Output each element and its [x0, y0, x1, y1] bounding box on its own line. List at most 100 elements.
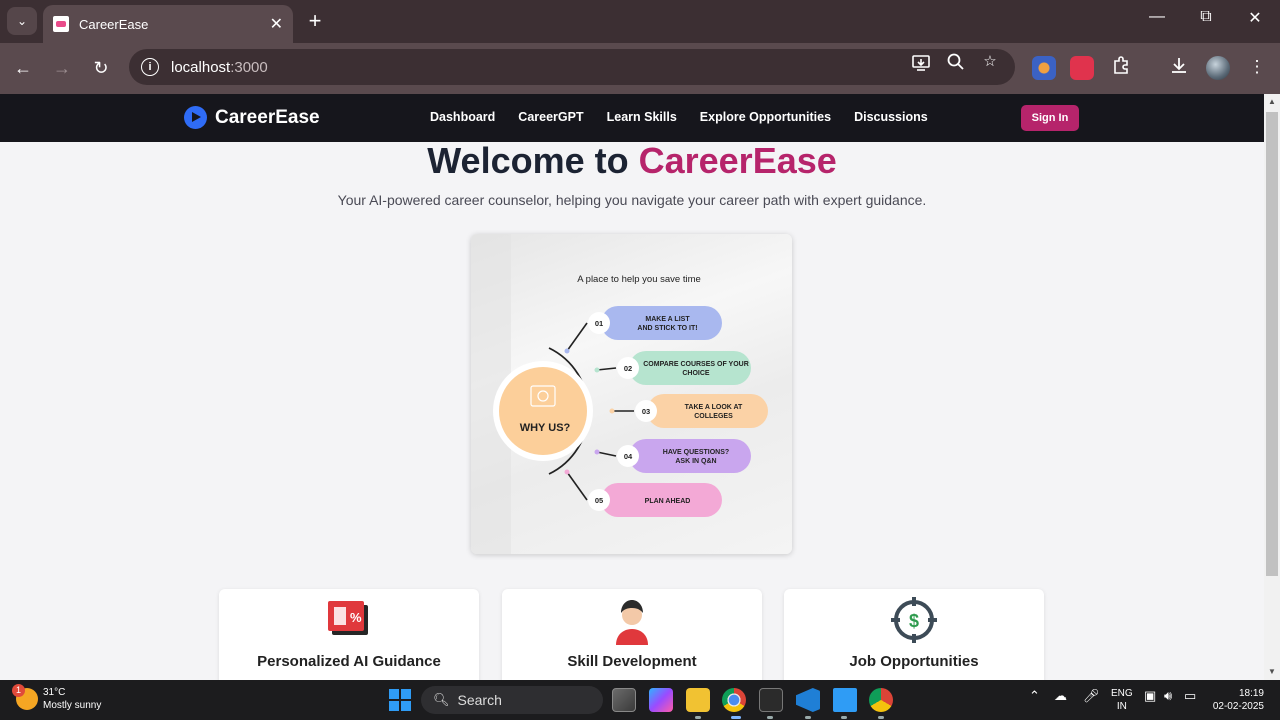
browser-tabstrip: ⌄ CareerEase ✕ + — ⧉ ✕ [0, 0, 1280, 43]
infographic-step-04: 04 HAVE QUESTIONS? ASK IN Q&N [594, 439, 751, 473]
step-number: 04 [624, 452, 633, 461]
extensions-puzzle-icon[interactable] [1109, 55, 1133, 79]
hero-title-prefix: Welcome to [427, 140, 639, 181]
explorer-running-indicator [695, 716, 701, 719]
why-us-infographic: A place to help you save time WHY US? 01… [471, 234, 792, 554]
brand[interactable]: CareerEase [184, 106, 320, 129]
vscode-icon[interactable] [796, 688, 820, 712]
language-indicator[interactable]: ENG IN [1111, 687, 1133, 713]
nav-link-discussions[interactable]: Discussions [854, 110, 928, 124]
infographic-heading: A place to help you save time [577, 274, 701, 285]
scrollbar-thumb[interactable] [1266, 112, 1278, 576]
why-us-circle [499, 367, 587, 455]
url-port: :3000 [230, 58, 268, 76]
nav-link-explore-opportunities[interactable]: Explore Opportunities [700, 110, 831, 124]
notepad-running-indicator [841, 716, 847, 719]
back-arrow-icon[interactable]: ← [10, 55, 36, 81]
taskbar-clock[interactable]: 18:19 02-02-2025 [1208, 687, 1264, 713]
weather-widget[interactable]: 1 31°C Mostly sunny [12, 684, 102, 712]
search-icon: 🔍︎ [433, 692, 450, 707]
site-navbar: CareerEase Dashboard CareerGPT Learn Ski… [0, 94, 1264, 142]
new-tab-plus-icon[interactable]: + [302, 8, 328, 34]
infographic-step-02: 02 COMPARE COURSES OF YOUR CHOICE [594, 351, 751, 385]
windows-taskbar: 1 31°C Mostly sunny 🔍︎ Search ⌃ ☁ 🎤︎ ENG … [0, 680, 1280, 720]
brand-logo-icon [184, 106, 207, 129]
taskbar-search[interactable]: 🔍︎ Search [421, 686, 603, 714]
nav-links: Dashboard CareerGPT Learn Skills Explore… [430, 110, 951, 124]
notepad-icon[interactable] [833, 688, 857, 712]
weather-desc: Mostly sunny [43, 700, 102, 711]
battery-icon[interactable]: ▭ [1184, 688, 1196, 704]
feature-card-skill-development[interactable]: Skill Development [502, 589, 762, 680]
minimize-window-icon[interactable]: — [1142, 8, 1172, 26]
gift-percent-icon: % [219, 597, 479, 643]
step-number: 05 [595, 496, 603, 505]
vscode-running-indicator [805, 716, 811, 719]
windows-start-icon[interactable] [389, 689, 411, 711]
volume-icon[interactable]: 🔊︎ [1164, 688, 1172, 704]
reload-icon[interactable]: ↻ [88, 55, 114, 81]
tab-title: CareerEase [79, 16, 149, 32]
feature-card-ai-guidance[interactable]: % Personalized AI Guidance [219, 589, 479, 680]
feature-card-job-opportunities[interactable]: $ Job Opportunities [784, 589, 1044, 680]
hero-subtitle: Your AI-powered career counselor, helpin… [337, 192, 927, 208]
install-app-icon[interactable] [911, 52, 931, 72]
step-label: MAKE A LIST [645, 316, 690, 323]
restore-window-icon[interactable]: ⧉ [1191, 8, 1221, 26]
tab-close-icon[interactable]: ✕ [270, 14, 283, 34]
weather-badge: 1 [12, 684, 25, 697]
feature-title: Job Opportunities [849, 653, 979, 670]
tab-search-chevron-icon[interactable]: ⌄ [7, 7, 37, 35]
dollar-target-icon: $ [784, 597, 1044, 643]
browser-tab[interactable]: CareerEase ✕ [43, 5, 293, 43]
step-label: COMPARE COURSES OF YOUR [643, 361, 749, 368]
browser-toolbar: ← → ↻ i localhost:3000 ☆ ⋮ [0, 43, 1280, 94]
step-label: PLAN AHEAD [645, 498, 691, 505]
file-explorer-icon[interactable] [686, 688, 710, 712]
address-url[interactable]: localhost:3000 [171, 59, 268, 76]
extension-one-icon[interactable] [1032, 56, 1056, 80]
step-number: 03 [642, 407, 650, 416]
step-label: HAVE QUESTIONS? [663, 449, 729, 456]
sign-in-button[interactable]: Sign In [1021, 105, 1079, 131]
close-window-icon[interactable]: ✕ [1240, 8, 1270, 28]
clock-date: 02-02-2025 [1212, 701, 1264, 712]
tray-overflow-chevron-icon[interactable]: ⌃ [1029, 688, 1040, 704]
chrome-icon[interactable] [722, 688, 746, 712]
scroll-down-arrow-icon[interactable]: ▼ [1264, 664, 1280, 680]
page-scrollbar[interactable]: ▲ ▼ [1264, 94, 1280, 680]
site-info-icon[interactable]: i [141, 58, 159, 76]
browser-menu-kebab-icon[interactable]: ⋮ [1245, 55, 1269, 79]
infographic-svg: A place to help you save time WHY US? 01… [471, 234, 768, 554]
svg-text:$: $ [909, 611, 919, 631]
extension-two-icon[interactable] [1070, 56, 1094, 80]
zoom-magnifier-icon[interactable] [946, 52, 966, 72]
step-label: COLLEGES [694, 413, 733, 420]
downloads-icon[interactable] [1167, 55, 1191, 79]
terminal-icon[interactable] [759, 688, 783, 712]
chrome-active-indicator [731, 716, 741, 719]
step-label: ASK IN Q&N [675, 458, 716, 465]
profile-avatar[interactable] [1206, 56, 1230, 80]
nav-link-careergpt[interactable]: CareerGPT [518, 110, 583, 124]
bookmark-star-icon[interactable]: ☆ [980, 52, 1000, 72]
tab-favicon-icon [53, 16, 69, 32]
infographic-steps: 01 MAKE A LIST AND STICK TO IT! 02 COMPARE C… [564, 306, 768, 517]
microphone-icon[interactable]: 🎤︎ [1083, 688, 1100, 704]
task-view-icon[interactable] [612, 688, 636, 712]
nav-link-learn-skills[interactable]: Learn Skills [607, 110, 677, 124]
address-bar[interactable]: i localhost:3000 [129, 49, 1015, 85]
step-number: 02 [624, 364, 632, 373]
language-line2: IN [1116, 701, 1127, 712]
terminal-running-indicator [767, 716, 773, 719]
page-viewport: CareerEase Dashboard CareerGPT Learn Ski… [0, 94, 1264, 680]
scroll-up-arrow-icon[interactable]: ▲ [1264, 94, 1280, 110]
hero-title-accent: CareerEase [638, 140, 837, 181]
network-icon[interactable]: ▣ [1144, 688, 1156, 704]
onedrive-cloud-icon[interactable]: ☁ [1054, 688, 1067, 704]
nav-link-dashboard[interactable]: Dashboard [430, 110, 495, 124]
copilot-icon[interactable] [649, 688, 673, 712]
chrome-profile-icon[interactable] [869, 688, 893, 712]
forward-arrow-icon[interactable]: → [49, 55, 75, 81]
step-label: CHOICE [682, 370, 710, 377]
